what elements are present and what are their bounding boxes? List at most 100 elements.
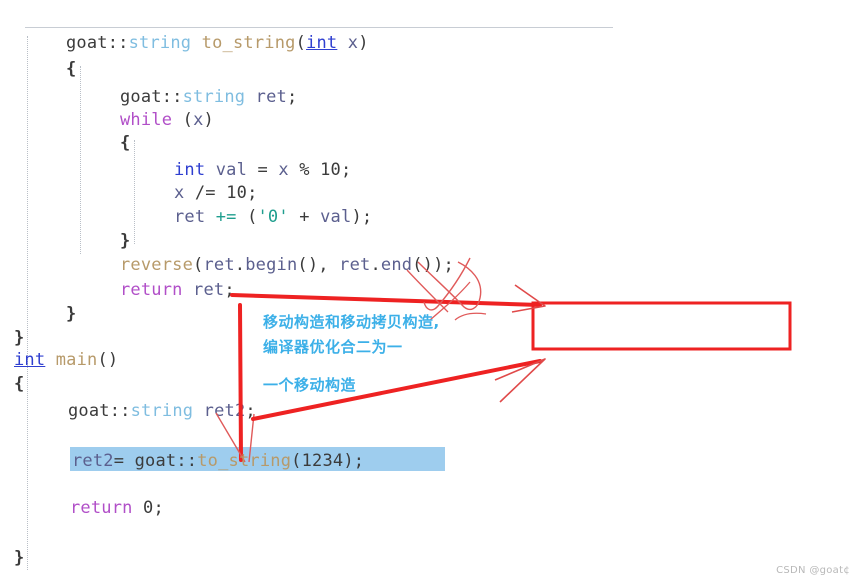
token-paren-open: ( [291, 451, 302, 471]
token-semicolon: ; [247, 183, 258, 203]
token-var-ret: ret [174, 207, 206, 227]
token-num-10: 10 [226, 183, 248, 203]
token-paren-open: ( [247, 207, 258, 227]
token-paren-close: ) [203, 110, 214, 130]
token-scope-op: :: [109, 401, 131, 421]
token-fn-reverse: reverse [120, 255, 194, 275]
code-line-while[interactable]: while (x) [120, 109, 214, 131]
token-brace-close: } [14, 548, 25, 568]
token-namespace: goat [68, 401, 110, 421]
code-line-main-signature[interactable]: int main() [14, 349, 118, 371]
token-var-val: val [215, 160, 248, 180]
token-kw-return: return [120, 280, 183, 300]
token-kw-int: int [174, 160, 206, 180]
token-fn-to-string: to_string [201, 33, 296, 53]
token-semicolon: ; [153, 498, 164, 518]
token-namespace: goat [120, 87, 162, 107]
token-modulo: % [288, 160, 321, 180]
code-line-ret2-assign[interactable]: ret2= goat::to_string(1234); [72, 450, 364, 472]
token-type-string: string [128, 33, 192, 53]
token-semicolon: ; [224, 280, 235, 300]
code-line-open-brace-while[interactable]: { [120, 132, 130, 154]
token-scope-op: :: [161, 87, 183, 107]
token-call-parens-close: ()); [412, 255, 454, 275]
csdn-watermark: CSDN @goat¢ [776, 565, 850, 576]
token-paren-open: ( [182, 110, 194, 130]
token-paren-close: ) [358, 33, 369, 53]
token-var-x: x [174, 183, 185, 203]
code-line-open-brace-fn[interactable]: { [66, 58, 76, 80]
token-type-string: string [182, 87, 246, 107]
code-line-signature[interactable]: goat::string to_string(int x) [66, 32, 369, 54]
indent-guide-level-3 [134, 140, 136, 244]
token-var-ret: ret [339, 255, 371, 275]
token-var-x: x [347, 33, 359, 53]
code-line-x-divide[interactable]: x /= 10; [174, 182, 258, 204]
editor-top-divider [25, 27, 613, 28]
token-fn-end: end [380, 255, 413, 275]
token-num-1234: 1234 [301, 451, 344, 471]
token-fn-to-string: to_string [197, 451, 292, 471]
token-var-ret: ret [203, 255, 235, 275]
code-line-return-zero[interactable]: return 0; [70, 497, 164, 519]
code-editor[interactable]: goat::string to_string(int x) { goat::st… [0, 0, 864, 586]
token-dot: . [234, 255, 246, 275]
token-assign: = [247, 160, 279, 180]
token-fn-main: main [55, 350, 98, 370]
token-brace-close: } [66, 304, 77, 324]
token-assign: = [113, 451, 135, 471]
code-line-open-brace-main[interactable]: { [14, 373, 24, 395]
token-scope-op: :: [176, 451, 198, 471]
token-type-string: string [130, 401, 194, 421]
token-var-x: x [193, 110, 204, 130]
token-var-val: val [320, 207, 352, 227]
token-paren-open: ( [295, 33, 307, 53]
code-line-close-brace-main[interactable]: } [14, 547, 24, 569]
token-plus: + [288, 207, 321, 227]
annotation-text-line-3: 一个移动构造 [263, 376, 357, 394]
token-namespace: goat [134, 451, 177, 471]
token-num-10: 10 [320, 160, 341, 180]
token-paren-close: ) [351, 207, 362, 227]
indent-guide-level-2 [80, 66, 82, 254]
code-line-ret-append[interactable]: ret += ('0' + val); [174, 206, 372, 228]
code-line-decl-ret[interactable]: goat::string ret; [120, 86, 297, 108]
token-var-ret: ret [255, 87, 287, 107]
token-plus-assign: += [205, 207, 248, 227]
token-brace-open: { [14, 374, 25, 394]
token-semicolon: ; [245, 401, 256, 421]
code-line-int-val[interactable]: int val = x % 10; [174, 159, 351, 181]
token-brace-open: { [66, 59, 77, 79]
token-var-ret2: ret2 [72, 451, 114, 471]
token-var-x: x [278, 160, 289, 180]
token-call-parens: (), [297, 255, 340, 275]
annotation-text-line-1: 移动构造和移动拷贝构造, [263, 313, 440, 331]
token-kw-int: int [14, 350, 46, 370]
token-semicolon: ; [341, 160, 352, 180]
annotation-text-line-2: 编译器优化合二为一 [263, 338, 403, 356]
token-semicolon: ; [361, 207, 373, 227]
code-line-close-brace-fn[interactable]: } [66, 303, 76, 325]
code-line-decl-ret2[interactable]: goat::string ret2; [68, 400, 256, 422]
token-var-ret: ret [193, 280, 225, 300]
token-brace-open: { [120, 133, 131, 153]
code-line-return-ret[interactable]: return ret; [120, 279, 235, 301]
code-line-reverse[interactable]: reverse(ret.begin(), ret.end()); [120, 254, 454, 276]
code-line-close-brace-ns[interactable]: } [14, 327, 24, 349]
token-kw-while: while [120, 110, 173, 130]
token-paren-close-semicolon: ); [343, 451, 365, 471]
token-brace-close: } [14, 328, 25, 348]
token-brace-close: } [120, 231, 131, 251]
indent-guide-level-1 [27, 36, 29, 570]
code-line-close-brace-while[interactable]: } [120, 230, 130, 252]
token-namespace: goat [66, 33, 108, 53]
token-div-assign: /= [184, 183, 227, 203]
